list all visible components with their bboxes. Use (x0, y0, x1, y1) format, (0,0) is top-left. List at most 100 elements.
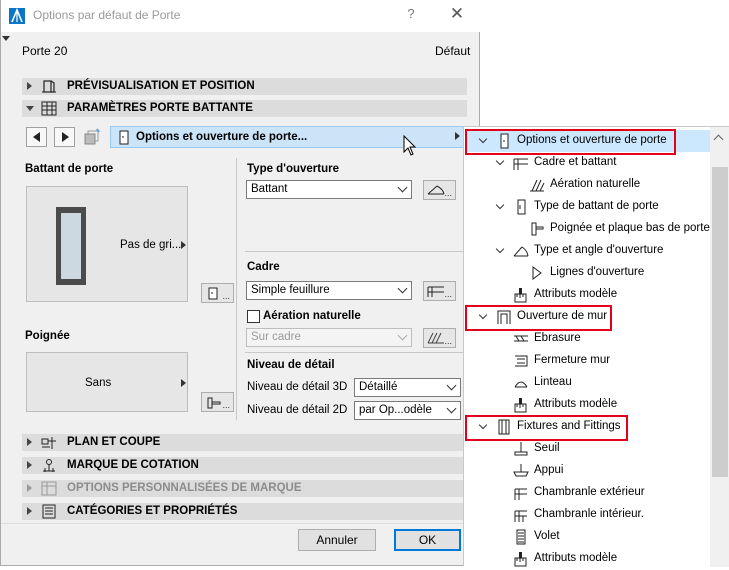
detail-2d-select[interactable]: par Op...odèle (354, 401, 461, 420)
favorites-icon[interactable] (83, 128, 101, 146)
tree-item-label: Aération naturelle (550, 178, 641, 190)
chevron-down-icon[interactable] (495, 244, 505, 254)
ok-button[interactable]: OK (394, 529, 461, 551)
scrollbar-thumb[interactable] (712, 167, 728, 477)
window-title: Options par défaut de Porte (33, 8, 181, 22)
natural-ventilation-value: Sur cadre (251, 331, 301, 343)
opening-angle-icon (427, 185, 445, 195)
arrow-left-icon (33, 132, 40, 142)
next-page-button[interactable] (54, 127, 75, 147)
natural-ventilation-checkbox[interactable] (247, 310, 260, 323)
tree-item[interactable]: Aération naturelle (464, 174, 710, 196)
tree-item-label: Linteau (534, 376, 572, 388)
tree-item-label: Fermeture mur (534, 354, 611, 366)
tree-item[interactable]: Ebrasure (464, 328, 710, 350)
tree-item[interactable]: Lignes d'ouverture (464, 262, 710, 284)
reveal-icon (514, 335, 528, 342)
close-button[interactable]: ✕ (447, 4, 467, 24)
natural-ventilation-label: Aération naturelle (263, 310, 361, 322)
door-leaf-title: Battant de porte (25, 163, 114, 175)
expand-arrow-icon (27, 507, 32, 515)
detail-2d-label: Niveau de détail 2D (247, 404, 348, 416)
archicad-logo-icon (9, 8, 25, 24)
cancel-button[interactable]: Annuler (298, 529, 376, 551)
section-categories-properties[interactable]: CATÉGORIES ET PROPRIÉTÉS (22, 503, 467, 520)
expand-arrow-icon (27, 438, 32, 446)
tree-item[interactable]: Type et angle d'ouverture (464, 240, 710, 262)
help-button[interactable]: ? (402, 6, 420, 24)
tree-item-label: Ebrasure (534, 332, 581, 344)
sill-icon (513, 464, 529, 477)
handle-preview[interactable]: Sans (26, 352, 188, 412)
paint-brush-icon (514, 398, 527, 413)
opening-type-options-button[interactable]: ... (423, 180, 456, 200)
tree-item[interactable]: Volet (464, 526, 710, 548)
interior-casing-icon (514, 510, 527, 522)
tree-item[interactable]: Poignée et plaque bas de porte (464, 218, 710, 240)
mouse-cursor-icon (403, 135, 417, 156)
wall-closure-icon (515, 355, 528, 367)
shutter-icon (516, 529, 526, 545)
section-plan-section[interactable]: PLAN ET COUPE (22, 434, 467, 451)
tree-item[interactable]: Seuil (464, 438, 710, 460)
section-swing-door-settings[interactable]: PARAMÈTRES PORTE BATTANTE (22, 100, 467, 117)
ventilation-options-button[interactable]: ... (423, 328, 456, 348)
detail-2d-value: par Op...odèle (359, 404, 432, 416)
frame-select[interactable]: Simple feuillure (246, 281, 412, 300)
tree-item[interactable]: Linteau (464, 372, 710, 394)
handle-options-button[interactable]: ... (201, 392, 234, 412)
opening-type-title: Type d'ouverture (247, 163, 339, 175)
tree-item[interactable]: Attributs modèle (464, 284, 710, 306)
chevron-down-icon[interactable] (495, 156, 505, 166)
lintel-icon (514, 381, 528, 388)
door-leaf-preview[interactable]: Pas de gri... (26, 186, 188, 302)
scroll-up-icon[interactable] (713, 134, 724, 145)
door-leaf-value: Pas de gri... (120, 239, 182, 251)
tree-item[interactable]: Attributs modèle (464, 394, 710, 416)
detail-3d-select[interactable]: Détaillé (354, 378, 461, 397)
frame-value: Simple feuillure (251, 284, 330, 296)
door-leaf-icon (517, 199, 526, 215)
tree-item-label: Poignée et plaque bas de porte (550, 222, 710, 234)
preview-icon (42, 80, 56, 93)
exterior-casing-icon (514, 488, 527, 500)
tree-item-label: Attributs modèle (534, 552, 618, 564)
settings-grid-icon (41, 101, 57, 116)
dimension-marker-icon (43, 459, 55, 472)
door-handle-icon (531, 222, 544, 236)
chevron-down-icon[interactable] (495, 200, 505, 210)
door-panel-icon (208, 287, 218, 300)
tree-item[interactable]: Appui (464, 460, 710, 482)
chevron-down-icon (446, 403, 457, 414)
frame-icon (513, 158, 528, 170)
tree-item-label: Seuil (534, 442, 560, 454)
natural-ventilation-select[interactable]: Sur cadre (246, 328, 412, 347)
section-custom-marker-options: OPTIONS PERSONNALISÉES DE MARQUE (22, 480, 467, 497)
tree-item[interactable]: Attributs modèle (464, 548, 710, 570)
detail-divider (245, 352, 467, 353)
frame-icon (427, 286, 444, 297)
handle-value: Sans (85, 377, 112, 389)
plan-section-icon (41, 437, 56, 449)
opening-type-select[interactable]: Battant (246, 180, 412, 199)
tree-scrollbar[interactable] (710, 127, 729, 567)
tree-item-label: Volet (534, 530, 560, 542)
tree-item[interactable]: Cadre et battant (464, 152, 710, 174)
tree-item[interactable]: Type de battant de porte (464, 196, 710, 218)
tree-item[interactable]: Chambranle intérieur. (464, 504, 710, 526)
tree-item[interactable]: Chambranle extérieur (464, 482, 710, 504)
previous-page-button[interactable] (26, 127, 47, 147)
ventilation-icon (427, 332, 444, 344)
collapse-arrow-icon[interactable] (2, 36, 10, 41)
door-leaf-options-button[interactable]: ... (201, 283, 234, 303)
page-tree-popup: Options et ouverture de porte Cadre et ba… (463, 126, 729, 567)
expand-arrow-icon (27, 484, 32, 492)
frame-divider (245, 251, 467, 252)
door-leaf-image (56, 207, 86, 285)
section-preview-position[interactable]: PRÉVISUALISATION ET POSITION (22, 78, 467, 95)
section-dimension-marker[interactable]: MARQUE DE COTATION (22, 457, 467, 474)
tree-item-label: Chambranle extérieur (534, 486, 645, 498)
opening-angle-icon (513, 246, 529, 257)
frame-options-button[interactable]: ... (423, 281, 456, 301)
tree-item[interactable]: Fermeture mur (464, 350, 710, 372)
